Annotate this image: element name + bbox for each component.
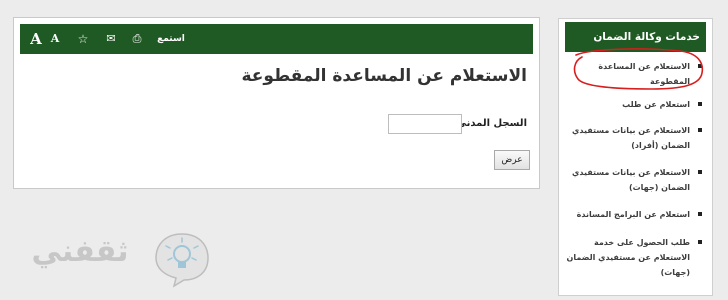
sidebar-item-label: استعلام عن طلب	[622, 100, 690, 109]
show-button[interactable]: عرض	[494, 150, 530, 170]
listen-button[interactable]: استمع	[156, 24, 186, 54]
sidebar-item-beneficiaries-individuals[interactable]: الاستعلام عن بيانات مستفيدي الضمان (أفرا…	[559, 123, 712, 153]
page-title: الاستعلام عن المساعدة المقطوعة	[241, 66, 527, 86]
sidebar-item-label: الاستعلام عن بيانات مستفيدي الضمان (أفرا…	[572, 126, 690, 150]
print-icon[interactable]: ⎙	[130, 24, 144, 54]
bullet-icon	[698, 128, 702, 132]
main-panel: A A ☆ ✉ ⎙ استمع الاستعلام عن المساعدة ال…	[13, 17, 540, 189]
civil-registry-label-text: السجل المدني	[456, 118, 527, 129]
mail-icon[interactable]: ✉	[104, 24, 118, 54]
civil-registry-input[interactable]	[388, 114, 462, 134]
sidebar-item-one-time-aid[interactable]: الاستعلام عن المساعدة المقطوعة	[559, 59, 712, 89]
sidebar-item-entity-service-request[interactable]: طلب الحصول على خدمة الاستعلام عن مستفيدي…	[559, 235, 712, 280]
watermark-logo: ثقفني	[14, 228, 214, 292]
star-icon[interactable]: ☆	[76, 24, 90, 54]
toolbar: A A ☆ ✉ ⎙ استمع	[20, 24, 533, 54]
increase-font-button[interactable]: A	[28, 24, 44, 54]
sidebar-item-label: استعلام عن البرامج المساندة	[576, 210, 690, 219]
bullet-icon	[698, 64, 702, 68]
sidebar-item-label: الاستعلام عن المساعدة المقطوعة	[598, 62, 690, 86]
sidebar-item-beneficiaries-entities[interactable]: الاستعلام عن بيانات مستفيدي الضمان (جهات…	[559, 165, 712, 195]
sidebar-header: خدمات وكالة الضمان	[565, 22, 706, 52]
bullet-icon	[698, 240, 702, 244]
bullet-icon	[698, 212, 702, 216]
bullet-icon	[698, 102, 702, 106]
sidebar-item-label: طلب الحصول على خدمة الاستعلام عن مستفيدي…	[566, 238, 690, 277]
sidebar-item-request-inquiry[interactable]: استعلام عن طلب	[559, 97, 712, 112]
sidebar-item-support-programs[interactable]: استعلام عن البرامج المساندة	[559, 207, 712, 222]
sidebar: خدمات وكالة الضمان الاستعلام عن المساعدة…	[558, 18, 713, 296]
logo-text: ثقفني	[31, 234, 129, 269]
bullet-icon	[698, 170, 702, 174]
lightbulb-icon	[155, 233, 209, 288]
decrease-font-button[interactable]: A	[48, 24, 62, 54]
sidebar-item-label: الاستعلام عن بيانات مستفيدي الضمان (جهات…	[572, 168, 690, 192]
